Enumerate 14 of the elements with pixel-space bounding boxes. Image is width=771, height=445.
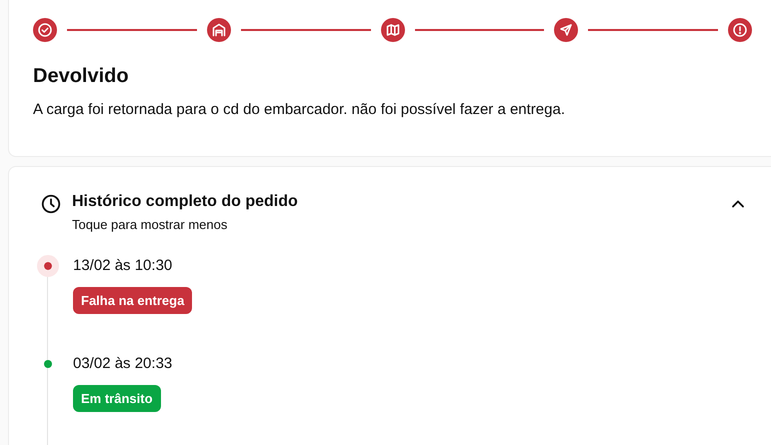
check-icon <box>33 18 57 42</box>
event-date: 03/02 às 20:33 <box>73 354 172 374</box>
history-title: Histórico completo do pedido <box>72 193 299 211</box>
status-tag: Em trânsito <box>73 385 161 412</box>
status-title: Devolvido <box>33 65 130 88</box>
event-date: 13/02 às 10:30 <box>73 256 174 276</box>
warehouse-icon <box>206 18 231 42</box>
status-tag: Falha na entrega <box>73 287 192 314</box>
map-icon <box>380 18 404 42</box>
send-icon <box>554 18 578 42</box>
history-toggle-hint[interactable]: Toque para mostrar menos <box>72 217 228 232</box>
alert-icon <box>728 18 752 42</box>
status-description: A carga foi retornada para o cd do embarcador. não foi possível fazer a entrega. <box>33 101 566 118</box>
clock-icon <box>40 193 62 215</box>
